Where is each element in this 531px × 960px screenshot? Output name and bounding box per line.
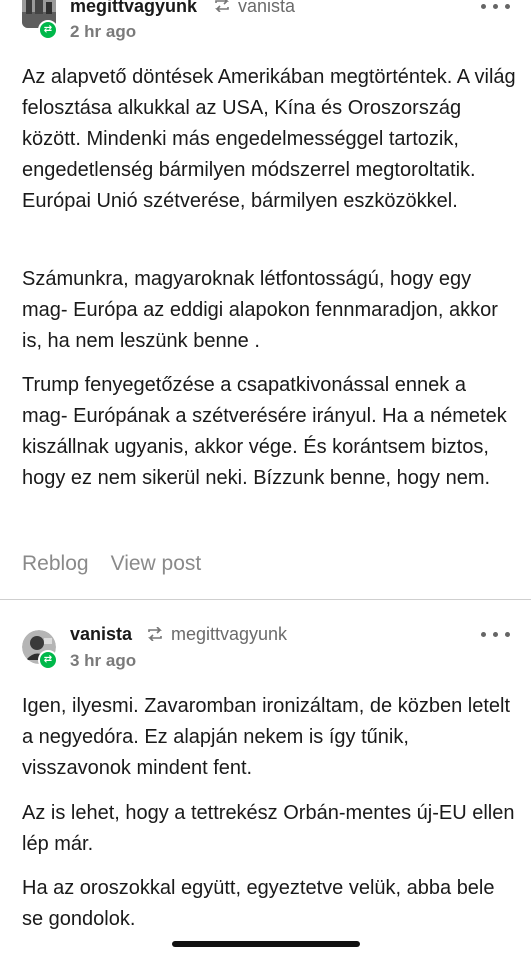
post-time: 2 hr ago (70, 22, 137, 41)
post-paragraph: Igen, ilyesmi. Zavaromban ironizáltam, d… (22, 695, 511, 779)
home-indicator[interactable] (172, 941, 360, 947)
post-time: 3 hr ago (70, 651, 137, 670)
post-paragraph: Trump fenyegetőzése a csapatkivonással e… (22, 374, 507, 489)
view-post-button[interactable]: View post (111, 552, 202, 575)
reblog-button[interactable]: Reblog (22, 552, 89, 575)
author-name[interactable]: megittvagyunk (70, 0, 197, 17)
post-paragraph: Számunkra, magyaroknak létfontosságú, ho… (22, 268, 498, 352)
post-paragraph: Ha az oroszokkal együtt, egyeztetve velü… (22, 877, 495, 930)
reblog-badge-icon: ⇄ (38, 650, 58, 670)
post-header: ⇄ vanista megittvagyunk 3 hr ago (0, 600, 531, 670)
author-name[interactable]: vanista (70, 624, 132, 645)
more-options-icon[interactable] (481, 4, 511, 12)
reblogged-from[interactable]: vanista (238, 0, 295, 17)
reblog-badge-icon: ⇄ (38, 20, 58, 40)
reblog-icon (148, 627, 162, 641)
reblogged-from[interactable]: megittvagyunk (171, 624, 287, 645)
post-actions: Reblog View post (22, 552, 223, 576)
more-options-icon[interactable] (481, 632, 511, 640)
post-paragraph: Az is lehet, hogy a tettrekész Orbán-men… (22, 802, 515, 855)
post-header: ⇄ megittvagyunk vanista 2 hr ago (0, 0, 531, 54)
reblog-icon (215, 0, 229, 12)
post-paragraph: Az alapvető döntések Amerikában megtörté… (22, 66, 516, 212)
